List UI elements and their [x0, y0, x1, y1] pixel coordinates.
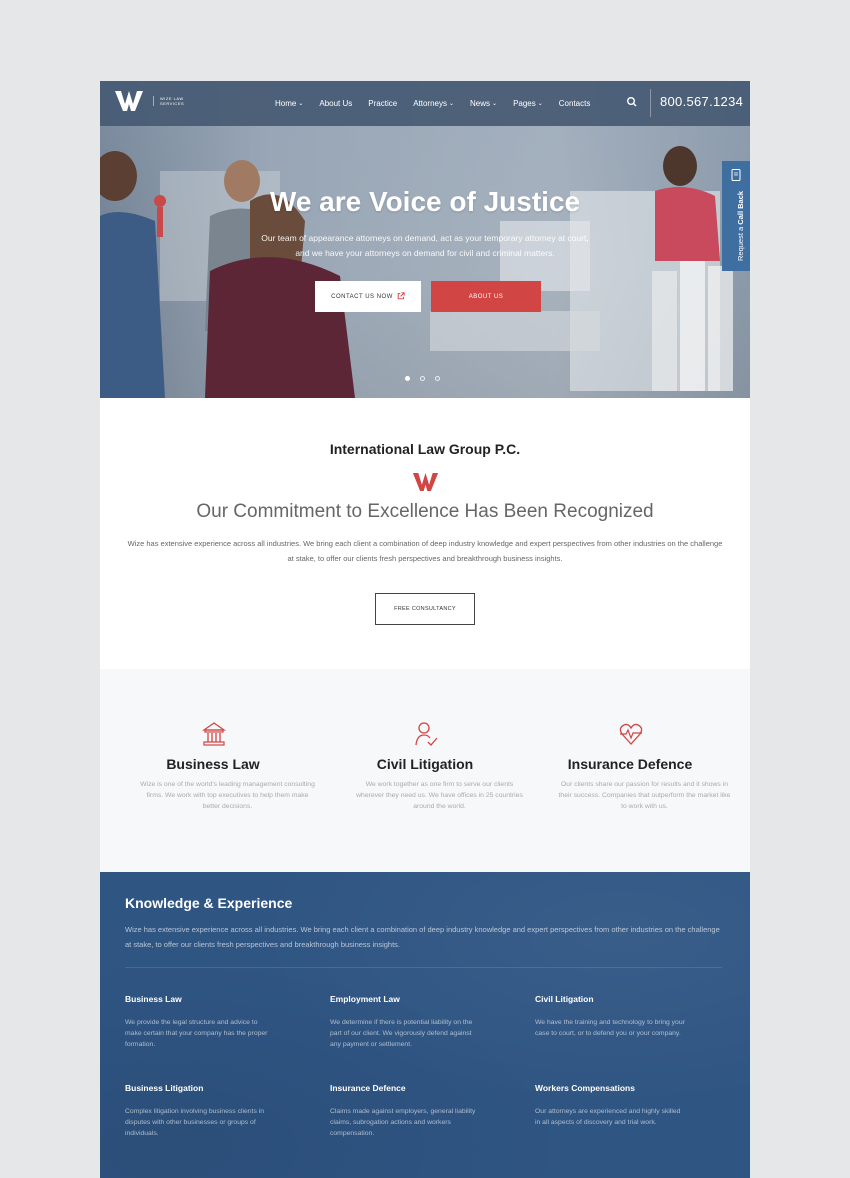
nav-item-contacts[interactable]: Contacts	[559, 99, 591, 108]
contact-us-button[interactable]: CONTACT US NOW	[315, 281, 421, 312]
header-divider	[650, 89, 651, 117]
knowledge-item-description: We provide the legal structure and advic…	[125, 1019, 268, 1048]
knowledge-item-title: Business Litigation	[125, 1083, 204, 1093]
knowledge-item-title: Employment Law	[330, 994, 400, 1004]
knowledge-item-title: Insurance Defence	[330, 1083, 406, 1093]
hero-title: We are Voice of Justice	[269, 186, 581, 217]
nav-item-label: Home	[275, 99, 297, 108]
contact-us-label: CONTACT US NOW	[331, 293, 393, 300]
about-us-button[interactable]: ABOUT US	[431, 281, 541, 312]
page: We are Voice of Justice Our team of appe…	[100, 81, 750, 1178]
knowledge-item-description: Complex litigation involving business cl…	[125, 1108, 265, 1137]
nav-item-news[interactable]: News ⌄	[470, 99, 497, 108]
phone-icon	[731, 169, 741, 181]
main-nav: Home ⌄ About Us Practice Attorneys ⌄ News ⌄…	[275, 81, 606, 126]
knowledge-item-employment-law[interactable]: Employment Law We determine if there is …	[330, 994, 480, 1050]
nav-item-practice[interactable]: Practice	[368, 99, 397, 108]
knowledge-item-workers-compensations[interactable]: Workers Compensations Our attorneys are …	[535, 1083, 685, 1128]
service-description: We work together as one firm to serve ou…	[356, 781, 523, 810]
request-call-back-tab[interactable]: Request a Call Back	[722, 161, 750, 271]
knowledge-item-insurance-defence[interactable]: Insurance Defence Claims made against em…	[330, 1083, 480, 1139]
knowledge-item-description: We determine if there is potential liabi…	[330, 1019, 473, 1048]
nav-item-label: Pages	[513, 99, 536, 108]
intro-heading: International Law Group P.C.	[329, 441, 521, 457]
call-back-text: Request a Call Back	[736, 191, 745, 261]
service-description: Our clients share our passion for result…	[558, 781, 731, 810]
knowledge-item-business-litigation[interactable]: Business Litigation Complex litigation i…	[125, 1083, 275, 1139]
services-section: Business Law Wize is one of the world's …	[100, 669, 750, 872]
call-back-prefix: Request a	[736, 226, 745, 261]
knowledge-item-civil-litigation[interactable]: Civil Litigation We have the training an…	[535, 994, 685, 1039]
header: WIZE LAW SERVICES Home ⌄ About Us Practic…	[100, 81, 750, 126]
nav-item-label: Attorneys	[413, 99, 447, 108]
search-icon[interactable]	[626, 96, 638, 108]
knowledge-section: Knowledge & Experience Wize has extensiv…	[100, 872, 750, 1178]
logo[interactable]: WIZE LAW SERVICES	[115, 91, 193, 111]
knowledge-item-title: Business Law	[125, 994, 182, 1004]
slider-dot-3[interactable]	[435, 376, 440, 381]
chevron-down-icon: ⌄	[448, 101, 455, 107]
knowledge-item-business-law[interactable]: Business Law We provide the legal struct…	[125, 994, 275, 1050]
knowledge-description: Wize has extensive experience across all…	[125, 925, 720, 949]
knowledge-item-description: Our attorneys are experienced and highly…	[535, 1108, 681, 1126]
service-title: Business Law	[166, 756, 260, 772]
service-title: Civil Litigation	[376, 756, 474, 772]
nav-item-label: Contacts	[558, 99, 591, 108]
nav-item-attorneys[interactable]: Attorneys ⌄	[413, 99, 454, 108]
slider-dots	[405, 376, 440, 381]
external-link-icon	[397, 291, 405, 302]
logo-text: WIZE LAW SERVICES	[153, 96, 193, 106]
hero-subtitle: Our team of appearance attorneys on dema…	[261, 233, 589, 258]
bank-icon	[202, 722, 226, 746]
hero-slider: We are Voice of Justice Our team of appe…	[100, 81, 750, 398]
knowledge-title: Knowledge & Experience	[125, 895, 293, 911]
nav-item-about-us[interactable]: About Us	[319, 99, 352, 108]
knowledge-item-title: Workers Compensations	[535, 1083, 635, 1093]
free-consultancy-label: FREE CONSULTANCY	[394, 606, 456, 612]
service-card-insurance-defence[interactable]: Insurance Defence Our clients share our …	[525, 669, 735, 872]
call-back-label: Call Back	[736, 190, 745, 225]
chevron-down-icon: ⌄	[492, 101, 498, 107]
slider-dot-2[interactable]	[420, 376, 425, 381]
free-consultancy-button[interactable]: FREE CONSULTANCY	[375, 593, 475, 625]
nav-item-label: News	[470, 99, 491, 108]
chevron-down-icon: ⌄	[298, 101, 304, 107]
logo-mark-icon	[412, 473, 439, 491]
heart-pulse-icon	[619, 723, 643, 745]
intro-description: Wize has extensive experience across all…	[127, 539, 723, 563]
about-us-label: ABOUT US	[468, 293, 504, 300]
knowledge-divider	[125, 967, 722, 968]
service-description: Wize is one of the world's leading manag…	[140, 781, 315, 810]
nav-item-label: Practice	[368, 99, 398, 108]
phone-number[interactable]: 800.567.1234	[660, 94, 743, 109]
knowledge-item-title: Civil Litigation	[535, 994, 594, 1004]
service-title: Insurance Defence	[567, 756, 693, 772]
nav-item-pages[interactable]: Pages ⌄	[513, 99, 543, 108]
person-check-icon	[415, 722, 438, 746]
slider-dot-1[interactable]	[405, 376, 410, 381]
nav-item-home[interactable]: Home ⌄	[275, 99, 303, 108]
nav-item-label: About Us	[319, 99, 353, 108]
intro-title: Our Commitment to Excellence Has Been Re…	[196, 501, 654, 522]
logo-mark-icon	[115, 91, 143, 111]
service-card-business-law[interactable]: Business Law Wize is one of the world's …	[108, 669, 318, 872]
knowledge-item-description: We have the training and technology to b…	[535, 1019, 685, 1037]
knowledge-item-description: Claims made against employers, general l…	[330, 1108, 476, 1137]
service-card-civil-litigation[interactable]: Civil Litigation We work together as one…	[320, 669, 530, 872]
chevron-down-icon: ⌄	[537, 101, 543, 107]
